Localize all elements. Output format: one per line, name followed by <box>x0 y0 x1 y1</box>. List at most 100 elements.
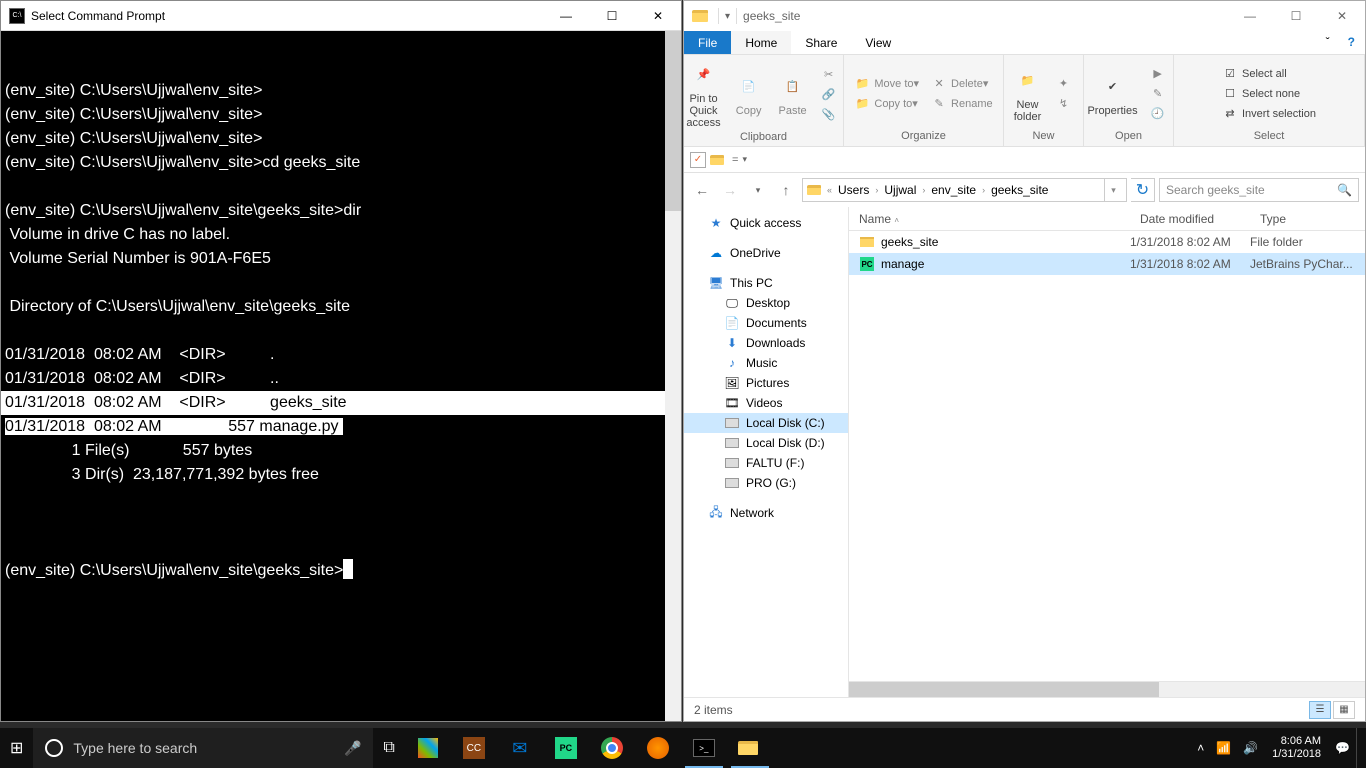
nav-videos[interactable]: 🎞Videos <box>684 393 848 413</box>
chevron-icon[interactable]: › <box>873 185 880 195</box>
invert-selection-button[interactable]: ⇄Invert selection <box>1218 105 1320 123</box>
nav-drive-f[interactable]: FALTU (F:) <box>684 453 848 473</box>
tab-file[interactable]: File <box>684 31 731 54</box>
navigation-pane[interactable]: ★Quick access ☁OneDrive 🖥This PC 🖵Deskto… <box>684 207 849 697</box>
address-bar[interactable]: « Users› Ujjwal› env_site› geeks_site ▾ <box>802 178 1127 202</box>
qat-equals-icon[interactable]: = <box>732 154 738 166</box>
app-firefox[interactable] <box>635 728 681 768</box>
mic-icon[interactable]: 🎤 <box>344 740 361 757</box>
up-button[interactable]: ↑ <box>774 178 798 202</box>
column-date[interactable]: Date modified <box>1130 212 1250 226</box>
paste-button[interactable]: 📋Paste <box>773 69 813 119</box>
select-none-button[interactable]: ☐Select none <box>1218 85 1304 103</box>
close-button[interactable]: ✕ <box>635 1 681 31</box>
nav-quick-access[interactable]: ★Quick access <box>684 213 848 233</box>
app-store[interactable] <box>405 728 451 768</box>
help-button[interactable]: ? <box>1338 31 1365 54</box>
chevron-icon[interactable]: › <box>980 185 987 195</box>
app-mail[interactable]: ✉ <box>497 728 543 768</box>
nav-this-pc[interactable]: 🖥This PC <box>684 273 848 293</box>
cmd-output[interactable]: (env_site) C:\Users\Ujjwal\env_site>(env… <box>1 31 681 721</box>
new-folder-button[interactable]: 📁New folder <box>1008 63 1048 125</box>
app-cc[interactable]: CC <box>451 728 497 768</box>
maximize-button[interactable]: ☐ <box>589 1 635 31</box>
show-desktop-button[interactable] <box>1356 728 1362 768</box>
edit-button[interactable]: ✎ <box>1146 85 1174 103</box>
copy-path-button[interactable]: 🔗 <box>817 85 845 103</box>
recent-dropdown[interactable]: ▾ <box>746 178 770 202</box>
paste-shortcut-button[interactable]: 📎 <box>817 105 845 123</box>
cut-button[interactable]: ✂ <box>817 65 845 83</box>
move-to-button[interactable]: 📁Move to ▾ <box>850 75 923 93</box>
nav-drive-g[interactable]: PRO (G:) <box>684 473 848 493</box>
start-button[interactable]: ⊞ <box>0 728 33 768</box>
qat-checkbox[interactable]: ✓ <box>690 152 706 168</box>
nav-pictures[interactable]: 🖼Pictures <box>684 373 848 393</box>
cmd-titlebar[interactable]: C:\ Select Command Prompt — ☐ ✕ <box>1 1 681 31</box>
pin-button[interactable]: 📌Pin to Quick access <box>682 57 724 131</box>
tray-volume[interactable]: 🔊 <box>1237 728 1264 768</box>
overflow-icon[interactable]: ▾ <box>725 11 730 22</box>
folder-icon[interactable] <box>710 155 724 165</box>
task-view-button[interactable]: ⧉ <box>373 728 404 768</box>
forward-button[interactable]: → <box>718 178 742 202</box>
qat-dropdown[interactable]: ▾ <box>742 154 747 165</box>
tab-view[interactable]: View <box>851 31 905 54</box>
nav-onedrive[interactable]: ☁OneDrive <box>684 243 848 263</box>
ribbon-collapse-button[interactable]: ˇ <box>1318 31 1338 54</box>
copy-button[interactable]: 📄Copy <box>729 69 769 119</box>
breadcrumb-seg[interactable]: env_site <box>927 183 980 197</box>
chevron-icon[interactable]: « <box>825 185 834 195</box>
nav-music[interactable]: ♪Music <box>684 353 848 373</box>
nav-drive-d[interactable]: Local Disk (D:) <box>684 433 848 453</box>
address-dropdown[interactable]: ▾ <box>1104 179 1122 201</box>
nav-desktop[interactable]: 🖵Desktop <box>684 293 848 313</box>
select-all-button[interactable]: ☑Select all <box>1218 65 1291 83</box>
column-type[interactable]: Type <box>1250 212 1365 226</box>
app-cmd[interactable]: >_ <box>681 728 727 768</box>
close-button[interactable]: ✕ <box>1319 1 1365 31</box>
refresh-button[interactable]: ↻ <box>1131 178 1155 202</box>
easy-access-button[interactable]: ↯ <box>1052 95 1080 113</box>
breadcrumb-seg[interactable]: geeks_site <box>987 183 1052 197</box>
maximize-button[interactable]: ☐ <box>1273 1 1319 31</box>
column-name[interactable]: Name ˄ <box>849 212 1130 226</box>
history-button[interactable]: 🕘 <box>1146 105 1174 123</box>
chevron-icon[interactable]: › <box>920 185 927 195</box>
action-center[interactable]: 💬 <box>1329 728 1356 768</box>
tab-share[interactable]: Share <box>791 31 851 54</box>
cmd-scrollbar[interactable] <box>665 31 681 721</box>
rename-button[interactable]: ✎Rename <box>927 95 997 113</box>
scroll-thumb[interactable] <box>849 682 1159 697</box>
search-box[interactable]: Search geeks_site 🔍 <box>1159 178 1359 202</box>
nav-network[interactable]: 🖧Network <box>684 503 848 523</box>
minimize-button[interactable]: — <box>543 1 589 31</box>
nav-documents[interactable]: 📄Documents <box>684 313 848 333</box>
clock[interactable]: 8:06 AM 1/31/2018 <box>1264 735 1329 761</box>
app-explorer[interactable] <box>727 728 773 768</box>
taskbar-search[interactable]: Type here to search 🎤 <box>33 728 373 768</box>
breadcrumb-seg[interactable]: Users <box>834 183 873 197</box>
app-pycharm[interactable]: PC <box>543 728 589 768</box>
tray-wifi[interactable]: 📶 <box>1210 728 1237 768</box>
horizontal-scrollbar[interactable] <box>849 681 1365 697</box>
breadcrumb-seg[interactable]: Ujjwal <box>880 183 920 197</box>
tray-overflow[interactable]: ˄ <box>1191 728 1210 768</box>
cmd-scroll-thumb[interactable] <box>665 31 681 211</box>
tab-home[interactable]: Home <box>731 31 791 54</box>
new-item-button[interactable]: ✦ <box>1052 75 1080 93</box>
details-view-button[interactable]: ☰ <box>1309 701 1331 719</box>
app-chrome[interactable] <box>589 728 635 768</box>
properties-button[interactable]: ✔Properties <box>1083 69 1141 119</box>
icons-view-button[interactable]: ▦ <box>1333 701 1355 719</box>
nav-downloads[interactable]: ⬇Downloads <box>684 333 848 353</box>
copy-to-button[interactable]: 📁Copy to ▾ <box>850 95 921 113</box>
minimize-button[interactable]: — <box>1227 1 1273 31</box>
delete-button[interactable]: ✕Delete ▾ <box>927 75 992 93</box>
file-list[interactable]: geeks_site1/31/2018 8:02 AMFile folderPC… <box>849 231 1365 681</box>
explorer-titlebar[interactable]: ▾ geeks_site — ☐ ✕ <box>684 1 1365 31</box>
nav-drive-c[interactable]: Local Disk (C:) <box>684 413 848 433</box>
open-button[interactable]: ▶ <box>1146 65 1174 83</box>
file-row[interactable]: geeks_site1/31/2018 8:02 AMFile folder <box>849 231 1365 253</box>
file-row[interactable]: PCmanage1/31/2018 8:02 AMJetBrains PyCha… <box>849 253 1365 275</box>
